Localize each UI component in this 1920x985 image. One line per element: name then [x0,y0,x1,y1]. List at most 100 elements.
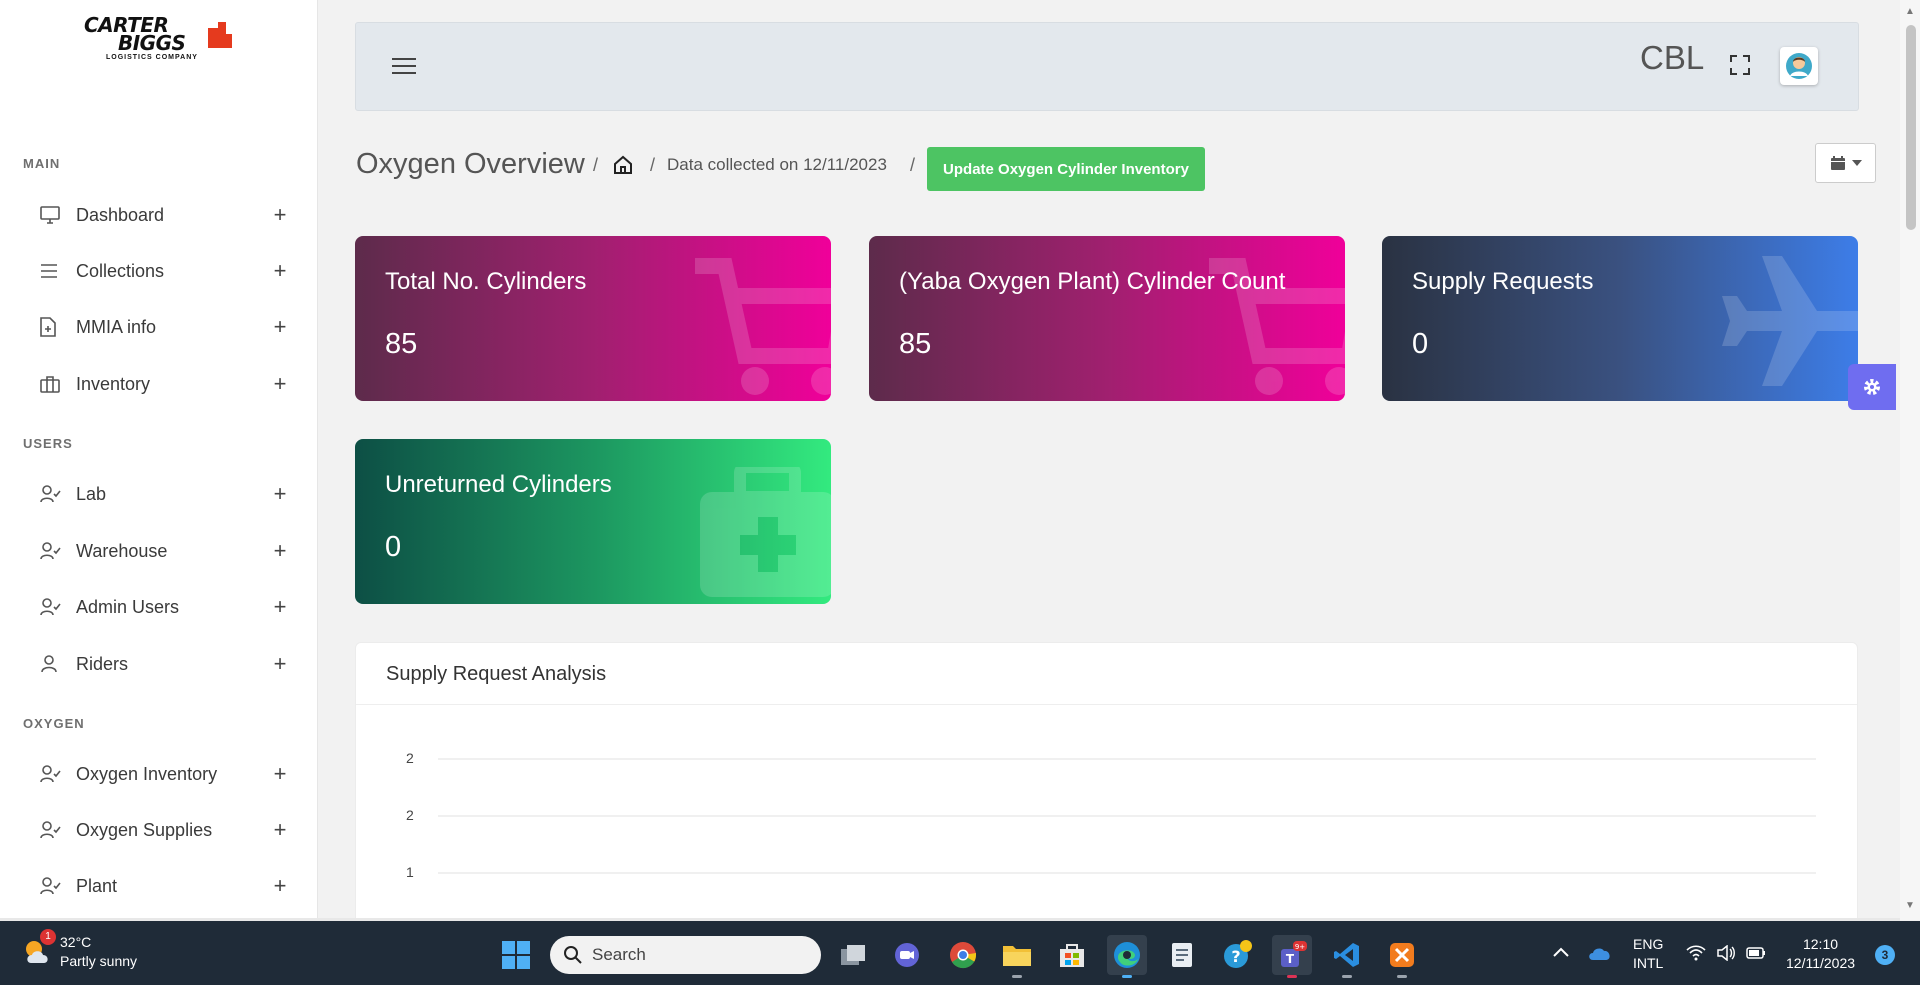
gear-icon [1864,379,1880,395]
sidebar-item-label: Oxygen Supplies [76,819,213,840]
running-indicator [1012,975,1022,978]
logo-subtitle: LOGISTICS COMPANY [106,54,198,61]
sidebar-item-riders[interactable]: Riders + [40,644,290,684]
taskbar-teams[interactable]: T 9+ [1272,935,1312,978]
company-logo[interactable]: CARTER BIGGS LOGISTICS COMPANY [78,15,240,66]
sidebar-item-oxygen-supplies[interactable]: Oxygen Supplies + [40,810,290,850]
top-bar: CBL [355,22,1859,111]
help-icon: ? [1224,940,1252,968]
expand-icon[interactable]: + [270,314,290,340]
running-indicator [1397,975,1407,978]
menu-toggle-icon[interactable] [392,58,416,78]
sidebar-item-label: Plant [76,875,118,896]
sidebar-item-plant[interactable]: Plant + [40,866,290,906]
sidebar-item-admin-users[interactable]: Admin Users + [40,587,290,627]
sidebar-item-collections[interactable]: Collections + [40,251,290,291]
wifi-icon[interactable] [1686,945,1706,961]
xampp-icon [1390,943,1414,967]
weather-widget[interactable]: 1 32°C Partly sunny [22,929,137,971]
expand-icon[interactable]: + [270,371,290,397]
nav-section-main: MAIN [23,156,61,171]
expand-icon[interactable]: + [270,202,290,228]
notification-badge[interactable]: 3 [1875,945,1895,965]
user-icon [40,653,66,675]
language-line1: ENG [1633,936,1664,952]
expand-icon[interactable]: + [270,761,290,787]
task-view-button[interactable] [833,935,873,975]
expand-icon[interactable]: + [270,873,290,899]
sidebar-item-warehouse[interactable]: Warehouse + [40,531,290,571]
folder-icon [1003,946,1031,966]
scroll-down-icon[interactable]: ▼ [1905,900,1915,911]
taskbar-chrome[interactable] [943,935,983,975]
teams-icon: T9+ [1281,941,1307,967]
plane-icon [1722,256,1858,386]
expand-icon[interactable]: + [270,538,290,564]
expand-icon[interactable]: + [270,817,290,843]
sidebar-item-oxygen-inventory[interactable]: Oxygen Inventory + [40,754,290,794]
expand-icon[interactable]: + [270,481,290,507]
teams-badge: 9+ [1295,943,1305,951]
card-title: Total No. Cylinders [385,268,587,295]
card-title: Unreturned Cylinders [385,471,612,498]
update-inventory-button[interactable]: Update Oxygen Cylinder Inventory [927,147,1205,191]
logo-box-icon [208,22,232,48]
card-value: 85 [385,328,418,360]
search-icon [564,946,582,964]
taskbar-file-explorer[interactable] [997,935,1037,978]
page-title: Oxygen Overview [356,148,585,180]
expand-icon[interactable]: + [270,651,290,677]
list-icon [40,260,66,282]
stat-card-yaba-cylinder-count[interactable]: (Yaba Oxygen Plant) Cylinder Count 85 [869,236,1345,401]
svg-text:T: T [1286,952,1295,966]
scroll-up-icon[interactable]: ▲ [1905,6,1915,17]
vertical-scrollbar[interactable]: ▲ ▼ [1900,0,1920,920]
date-picker-button[interactable] [1815,143,1876,183]
taskbar-notepad[interactable] [1162,935,1202,975]
user-check-icon [40,763,66,785]
weather-temp: 32°C [60,934,92,950]
card-title: Supply Requests [1412,268,1594,295]
sidebar-item-dashboard[interactable]: Dashboard + [40,195,290,235]
windows-start-button[interactable] [502,941,530,969]
scrollbar-thumb[interactable] [1906,25,1916,230]
card-title: (Yaba Oxygen Plant) Cylinder Count [899,268,1286,295]
taskbar-vscode[interactable] [1327,935,1367,978]
nav-section-oxygen: OXYGEN [23,716,85,731]
language-indicator[interactable]: ENG INTL [1633,935,1663,973]
taskbar-store[interactable] [1052,935,1092,975]
video-chat-icon [895,943,919,967]
edge-icon [1114,942,1140,968]
stat-card-total-cylinders[interactable]: Total No. Cylinders 85 [355,236,831,401]
volume-icon[interactable] [1716,945,1736,961]
user-check-icon [40,596,66,618]
breadcrumb-data-collected: Data collected on 12/11/2023 [667,155,887,174]
weather-text: 32°C Partly sunny [60,933,137,971]
battery-icon[interactable] [1746,946,1766,960]
search-placeholder: Search [592,945,646,964]
chart-title: Supply Request Analysis [386,663,607,685]
taskbar-xampp[interactable] [1382,935,1422,978]
sidebar-item-inventory[interactable]: Inventory + [40,364,290,404]
clock[interactable]: 12:10 12/11/2023 [1786,935,1855,973]
taskbar-edge[interactable] [1107,935,1147,978]
stat-card-supply-requests[interactable]: Supply Requests 0 [1382,236,1858,401]
taskbar-help[interactable]: ? [1217,935,1257,975]
home-icon[interactable] [612,154,634,176]
sidebar-item-lab[interactable]: Lab + [40,474,290,514]
stat-card-unreturned-cylinders[interactable]: Unreturned Cylinders 0 [355,439,831,604]
settings-panel-toggle[interactable] [1848,364,1896,410]
fullscreen-icon[interactable] [1728,53,1752,77]
chevron-up-icon[interactable] [1553,947,1569,957]
running-indicator [1122,975,1132,978]
sidebar-item-mmia-info[interactable]: MMIA info + [40,307,290,347]
taskbar-search[interactable]: Search [550,936,821,974]
onedrive-icon[interactable] [1588,945,1612,961]
language-line2: INTL [1633,955,1664,971]
expand-icon[interactable]: + [270,594,290,620]
clock-time: 12:10 [1802,936,1839,952]
user-check-icon [40,819,66,841]
avatar[interactable] [1780,47,1818,85]
taskbar-meet[interactable] [887,935,927,975]
expand-icon[interactable]: + [270,258,290,284]
